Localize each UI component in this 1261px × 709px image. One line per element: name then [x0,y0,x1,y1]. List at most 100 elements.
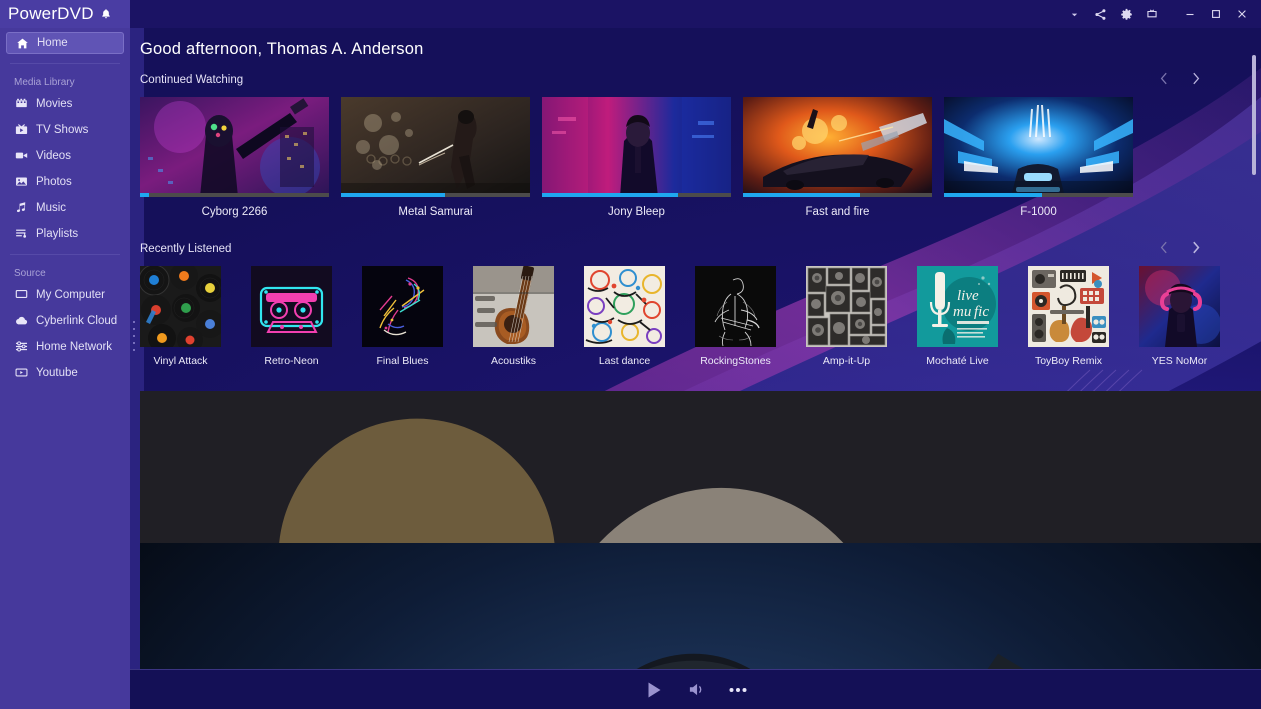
scrollbar-track[interactable] [1251,55,1256,655]
brand-bar: PowerDVD [0,0,130,28]
sidebar-item-tv-shows-label: TV Shows [36,124,88,136]
volume-icon[interactable] [688,681,705,698]
media-card[interactable] [584,569,695,630]
sidebar-item-youtube-label: Youtube [36,367,78,379]
more-icon[interactable] [729,687,747,693]
row-prev-button[interactable] [1157,69,1171,87]
youtube-icon [14,366,28,380]
album-card[interactable]: ToyBoy Remix [1028,266,1139,367]
media-card[interactable]: F-1000 [944,97,1145,218]
media-card[interactable]: Metal Samurai [341,97,542,218]
play-icon[interactable] [644,680,664,700]
media-card-title: Fast and fire [743,206,932,218]
page-title: Good afternoon, Thomas A. Anderson [140,28,1261,59]
tv-cast-icon[interactable] [1139,2,1165,26]
media-card-title: Metal Samurai [341,206,530,218]
sidebar-item-cyberlink-cloud[interactable]: Cyberlink Cloud [6,309,124,332]
media-card-title: Cyborg 2266 [140,206,329,218]
vertical-scrollbar[interactable] [1251,55,1256,655]
sidebar-item-my-computer-label: My Computer [36,289,105,301]
card-rail[interactable]: 90's [140,569,1261,630]
thumbnail [140,97,329,197]
sidebar-divider-1 [10,63,120,64]
monitor-icon [14,288,28,302]
album-card[interactable]: live mu fic [917,266,1028,367]
sidebar-item-videos-label: Videos [36,150,71,162]
caret-down-icon[interactable] [1061,2,1087,26]
sidebar-divider-2 [10,254,120,255]
sidebar-item-tv-shows[interactable]: TV Shows [6,118,124,141]
card-rail[interactable]: The last minute [140,417,1261,519]
close-icon[interactable] [1229,2,1255,26]
row-next-button[interactable] [1189,69,1203,87]
gear-icon[interactable] [1113,2,1139,26]
svg-text:fic: fic [974,304,989,320]
album-card-title: ToyBoy Remix [1028,355,1109,367]
sidebar-item-youtube[interactable]: Youtube [6,361,124,384]
scrollbar-thumb[interactable] [1252,55,1256,175]
thumbnail [806,266,887,347]
sidebar-item-photos[interactable]: Photos [6,170,124,193]
share-icon[interactable] [1087,2,1113,26]
sidebar-item-photos-label: Photos [36,176,72,188]
thumbnail [944,97,1133,197]
thumbnail [140,266,221,347]
playlist-icon [14,227,28,241]
thumbnail [743,97,932,197]
main-content-area: Good afternoon, Thomas A. Anderson Conti… [130,0,1261,709]
progress-bar [341,193,530,197]
row-recently-viewed: Recently Viewed [140,391,1261,519]
card-rail[interactable]: Vinyl Attack [140,266,1261,367]
svg-text:live: live [957,288,979,304]
thumbnail [695,266,776,347]
progress-bar [944,193,1133,197]
sidebar-item-movies[interactable]: Movies [6,92,124,115]
row-nav-arrows [1157,238,1203,256]
album-card[interactable]: Amp-it-Up [806,266,917,367]
album-card-title: Final Blues [362,355,443,367]
media-card[interactable]: Fast and fire [743,97,944,218]
title-bar [130,0,1261,28]
sidebar-item-playlists[interactable]: Playlists [6,222,124,245]
media-card-title: F-1000 [944,206,1133,218]
thumbnail [542,97,731,197]
album-card-title: Last dance [584,355,665,367]
album-card[interactable]: Vinyl Attack [140,266,251,367]
album-card-title: Retro-Neon [251,355,332,367]
media-card[interactable]: Cyborg 2266 [140,97,341,218]
maximize-icon[interactable] [1203,2,1229,26]
album-card[interactable]: Final Blues [362,266,473,367]
sidebar-item-playlists-label: Playlists [36,228,78,240]
album-card-title: Mochaté Live [917,355,998,367]
content-scroll-region: Good afternoon, Thomas A. Anderson Conti… [130,28,1261,669]
sidebar-item-home[interactable]: Home [6,32,124,54]
album-card[interactable]: Acoustiks [473,266,584,367]
album-card-title: Acoustiks [473,355,554,367]
minimize-icon[interactable] [1177,2,1203,26]
progress-fill [944,193,1042,197]
media-card[interactable]: Jony Bleep [542,97,743,218]
app-title: PowerDVD [8,4,94,24]
sidebar-item-music[interactable]: Music [6,196,124,219]
album-card[interactable]: RockingStones [695,266,806,367]
network-icon [14,340,28,354]
bell-icon[interactable] [100,8,112,20]
album-card[interactable]: YES NoMor [1139,266,1250,367]
thumbnail: live mu fic [917,266,998,347]
sidebar-item-videos[interactable]: Videos [6,144,124,167]
sidebar-item-music-label: Music [36,202,66,214]
media-card[interactable]: Iron Pack [584,417,695,519]
thumbnail [473,266,554,347]
progress-fill [743,193,860,197]
progress-bar [542,193,731,197]
card-rail[interactable]: Cyborg 2266 [140,97,1261,218]
row-prev-button[interactable] [1157,238,1171,256]
sidebar-item-home-network[interactable]: Home Network [6,335,124,358]
sidebar-item-home-network-label: Home Network [36,341,112,353]
album-card-title: RockingStones [695,355,776,367]
music-note-icon [14,201,28,215]
album-card[interactable]: Last dance [584,266,695,367]
album-card[interactable]: Retro-Neon [251,266,362,367]
row-next-button[interactable] [1189,238,1203,256]
sidebar-item-my-computer[interactable]: My Computer [6,283,124,306]
